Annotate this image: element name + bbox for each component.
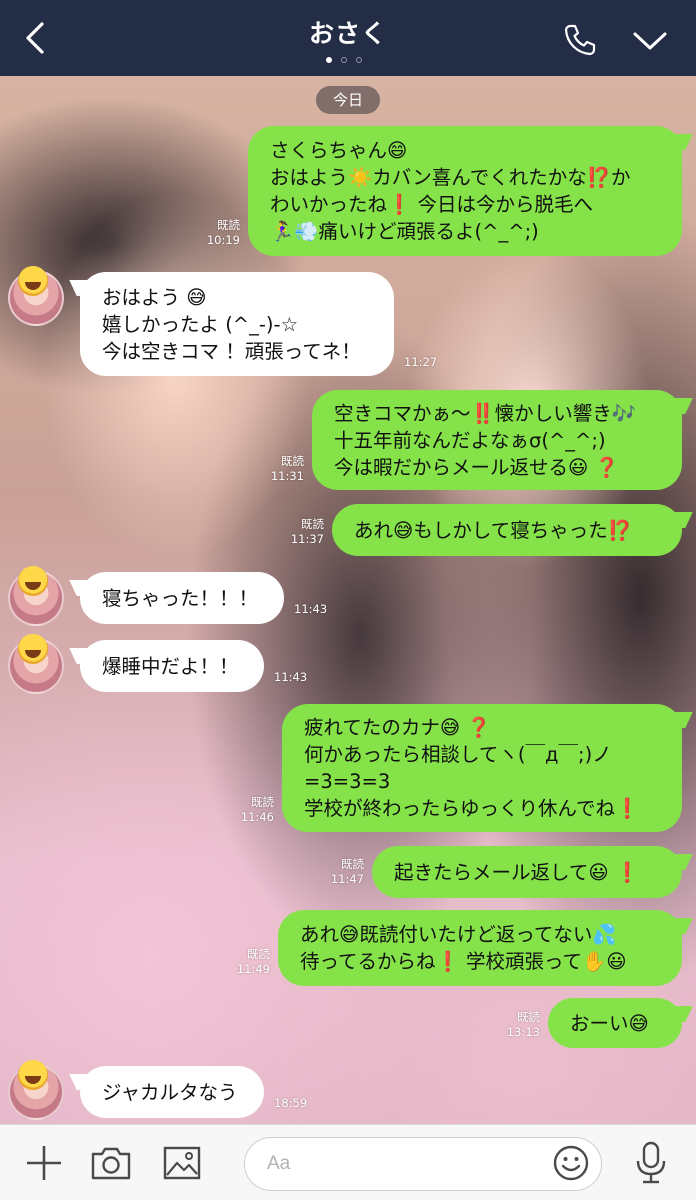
message-bubble-sent[interactable]: おーい😅 — [548, 998, 682, 1048]
page-dot-active — [326, 57, 332, 63]
read-receipt: 既読 — [517, 1010, 540, 1024]
phone-icon[interactable] — [562, 22, 598, 58]
chat-header: おさく — [0, 0, 696, 76]
message-input[interactable]: Aa — [244, 1137, 602, 1191]
message-meta: 既読 13:13 — [498, 1010, 540, 1040]
date-separator: 今日 — [316, 86, 380, 114]
read-receipt: 既読 — [217, 218, 240, 232]
message-time: 11:43 — [274, 670, 308, 684]
grinning-sweat-emoji-icon — [18, 266, 48, 296]
page-dot — [341, 57, 347, 63]
message-time: 11:49 — [236, 962, 270, 976]
read-receipt: 既読 — [251, 795, 274, 809]
avatar[interactable] — [8, 634, 64, 694]
message-time: 18:59 — [274, 1096, 308, 1110]
message-time: 11:27 — [404, 355, 438, 369]
message-time: 11:46 — [240, 810, 274, 824]
avatar[interactable] — [8, 266, 64, 326]
avatar[interactable] — [8, 1060, 64, 1120]
message-time: 10:19 — [206, 233, 240, 247]
message-meta: 既読 10:19 — [198, 218, 240, 248]
read-receipt: 既読 — [247, 947, 270, 961]
message-bubble-sent[interactable]: さくらちゃん😄 おはよう☀️カバン喜んでくれたかな⁉️か わいかったね❗ 今日は… — [248, 126, 682, 256]
message-bubble-sent[interactable]: あれ😅もしかして寝ちゃった⁉️ — [332, 504, 682, 556]
message-bubble-sent[interactable]: 空きコマかぁ〜‼️懐かしい響き🎶 十五年前なんだよなぁσ(^_^;) 今は暇だか… — [312, 390, 682, 490]
camera-icon[interactable] — [90, 1145, 132, 1181]
message-meta: 既読 11:37 — [282, 517, 324, 547]
page-indicator — [326, 57, 362, 63]
smiley-icon[interactable] — [552, 1144, 590, 1182]
chevron-down-icon[interactable] — [630, 26, 670, 54]
message-meta: 既読 11:47 — [322, 857, 364, 887]
page-dot — [356, 57, 362, 63]
message-bubble-received[interactable]: 寝ちゃった！！！ — [80, 572, 284, 624]
microphone-icon[interactable] — [634, 1140, 668, 1186]
message-time: 13:13 — [506, 1025, 540, 1039]
read-receipt: 既読 — [341, 857, 364, 871]
plus-icon[interactable] — [24, 1143, 64, 1183]
message-time: 11:43 — [294, 602, 328, 616]
avatar[interactable] — [8, 566, 64, 626]
grinning-sweat-emoji-icon — [18, 1060, 48, 1090]
grinning-sweat-emoji-icon — [18, 566, 48, 596]
read-receipt: 既読 — [281, 454, 304, 468]
message-time: 11:47 — [330, 872, 364, 886]
message-bubble-sent[interactable]: 起きたらメール返して😃 ❗ — [372, 846, 682, 898]
message-bubble-received[interactable]: 爆睡中だよ！！ — [80, 640, 264, 692]
message-bubble-received[interactable]: ジャカルタなう — [80, 1066, 264, 1118]
message-time: 11:31 — [270, 469, 304, 483]
message-meta: 既読 11:46 — [232, 795, 274, 825]
message-bubble-received[interactable]: おはよう 😅 嬉しかったよ (^_-)-☆ 今は空きコマ ！頑張ってネ！ — [80, 272, 394, 376]
message-meta: 既読 11:49 — [228, 947, 270, 977]
message-meta: 既読 11:31 — [262, 454, 304, 484]
image-icon[interactable] — [162, 1145, 202, 1181]
message-toolbar: Aa — [0, 1124, 696, 1200]
message-bubble-sent[interactable]: 疲れてたのカナ😅 ❓ 何かあったら相談してヽ(￣д￣;)ノ =3=3=3 学校が… — [282, 704, 682, 832]
grinning-sweat-emoji-icon — [18, 634, 48, 664]
message-bubble-sent[interactable]: あれ😅既読付いたけど返ってない💦 待ってるからね❗ 学校頑張って✋😃 — [278, 910, 682, 986]
read-receipt: 既読 — [301, 517, 324, 531]
message-time: 11:37 — [290, 532, 324, 546]
